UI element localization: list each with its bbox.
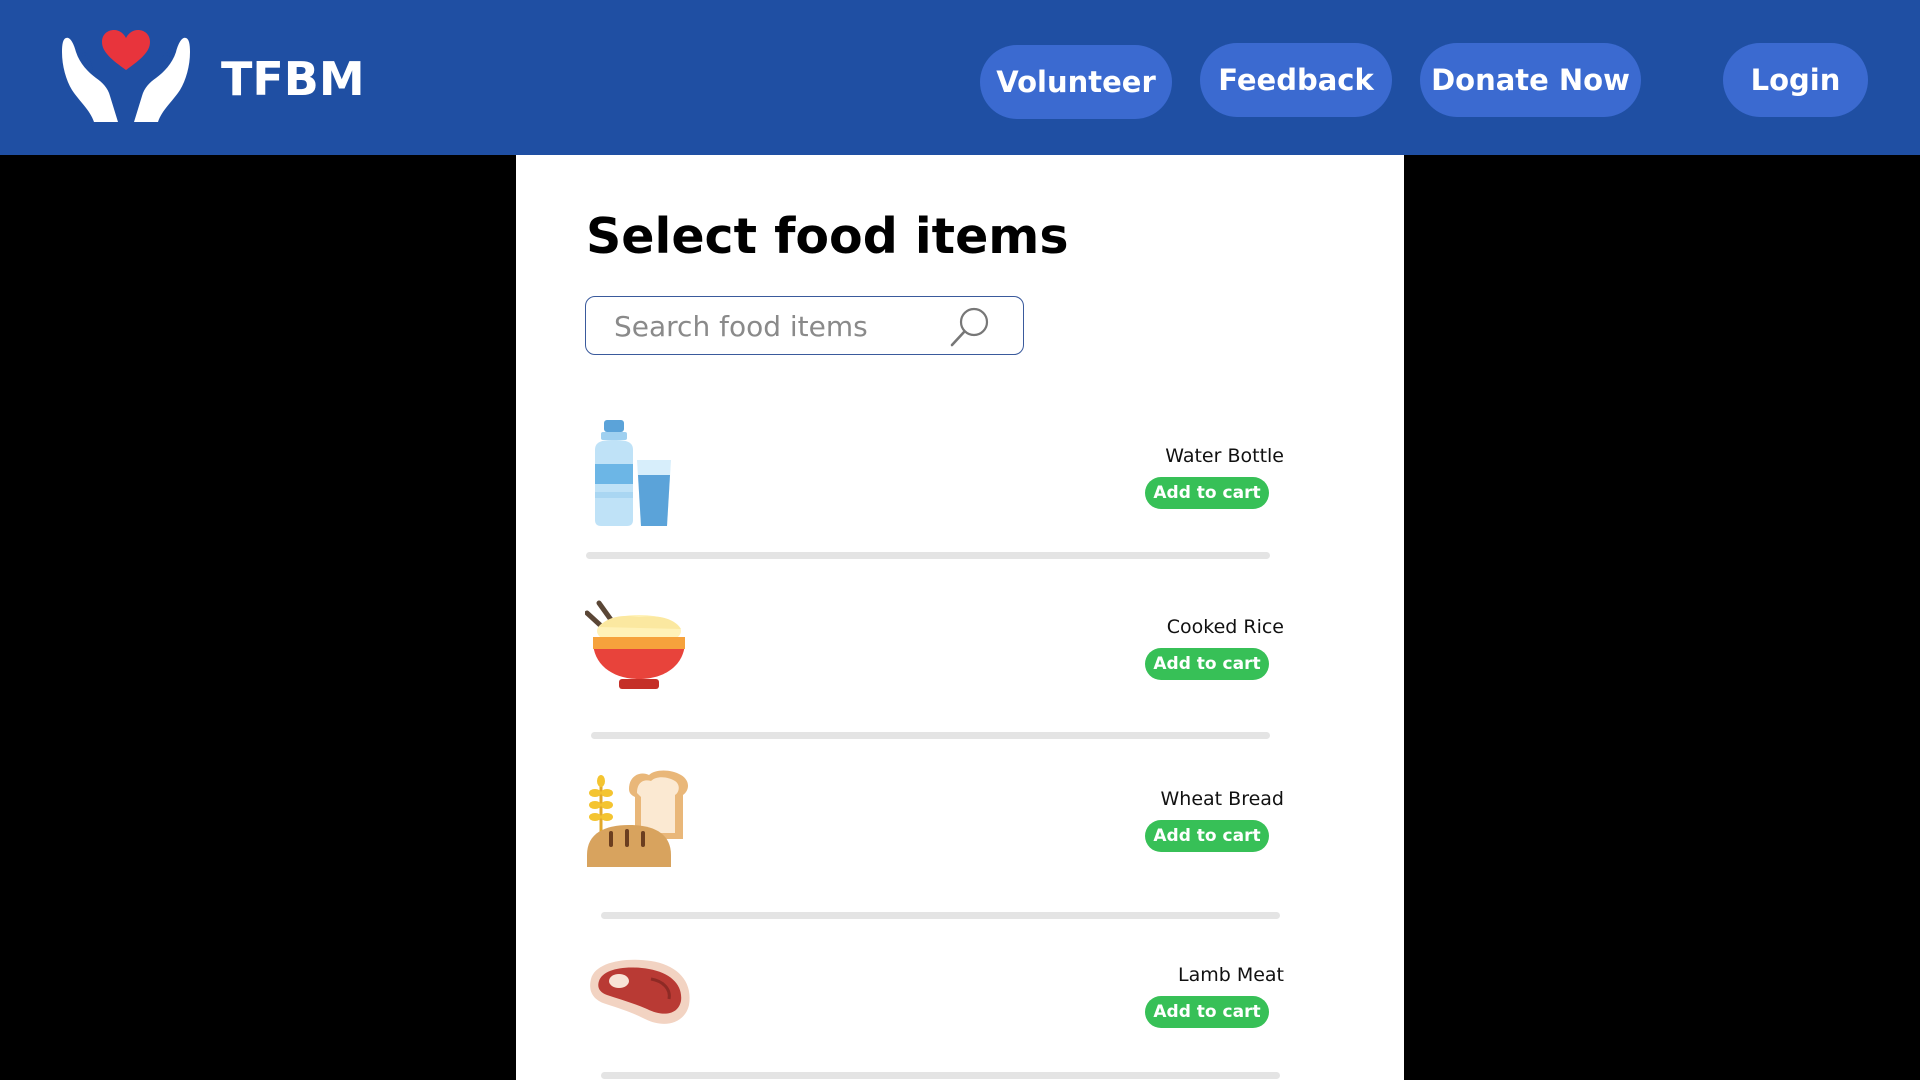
- item-name: Cooked Rice: [1166, 616, 1284, 638]
- item-name: Water Bottle: [1165, 445, 1284, 467]
- item-name: Wheat Bread: [1160, 788, 1284, 810]
- add-to-cart-button[interactable]: Add to cart: [1145, 996, 1269, 1028]
- item-divider: [601, 1072, 1280, 1079]
- page-title: Select food items: [586, 208, 1069, 265]
- donate-now-button[interactable]: Donate Now: [1420, 43, 1641, 117]
- search-input[interactable]: [612, 305, 946, 347]
- food-selection-panel: Select food items Water Bottle Add to ca…: [516, 155, 1404, 1080]
- login-button[interactable]: Login: [1723, 43, 1868, 117]
- add-to-cart-button[interactable]: Add to cart: [1145, 648, 1269, 680]
- water-bottle-icon: [585, 420, 695, 530]
- hands-heart-logo-icon[interactable]: [62, 30, 190, 124]
- steak-icon: [585, 945, 695, 1055]
- feedback-button[interactable]: Feedback: [1200, 43, 1392, 117]
- brand-name[interactable]: TFBM: [221, 50, 365, 108]
- rice-bowl-icon: [584, 593, 695, 703]
- top-nav-bar: TFBM Volunteer Feedback Donate Now Login: [0, 0, 1920, 155]
- item-divider: [591, 732, 1270, 739]
- volunteer-button[interactable]: Volunteer: [980, 45, 1172, 119]
- item-divider: [586, 552, 1270, 559]
- add-to-cart-button[interactable]: Add to cart: [1145, 820, 1269, 852]
- search-box[interactable]: [585, 296, 1024, 355]
- search-icon[interactable]: [948, 305, 992, 349]
- item-divider: [601, 912, 1280, 919]
- add-to-cart-button[interactable]: Add to cart: [1145, 477, 1269, 509]
- bread-icon: [585, 769, 695, 879]
- item-name: Lamb Meat: [1177, 964, 1284, 986]
